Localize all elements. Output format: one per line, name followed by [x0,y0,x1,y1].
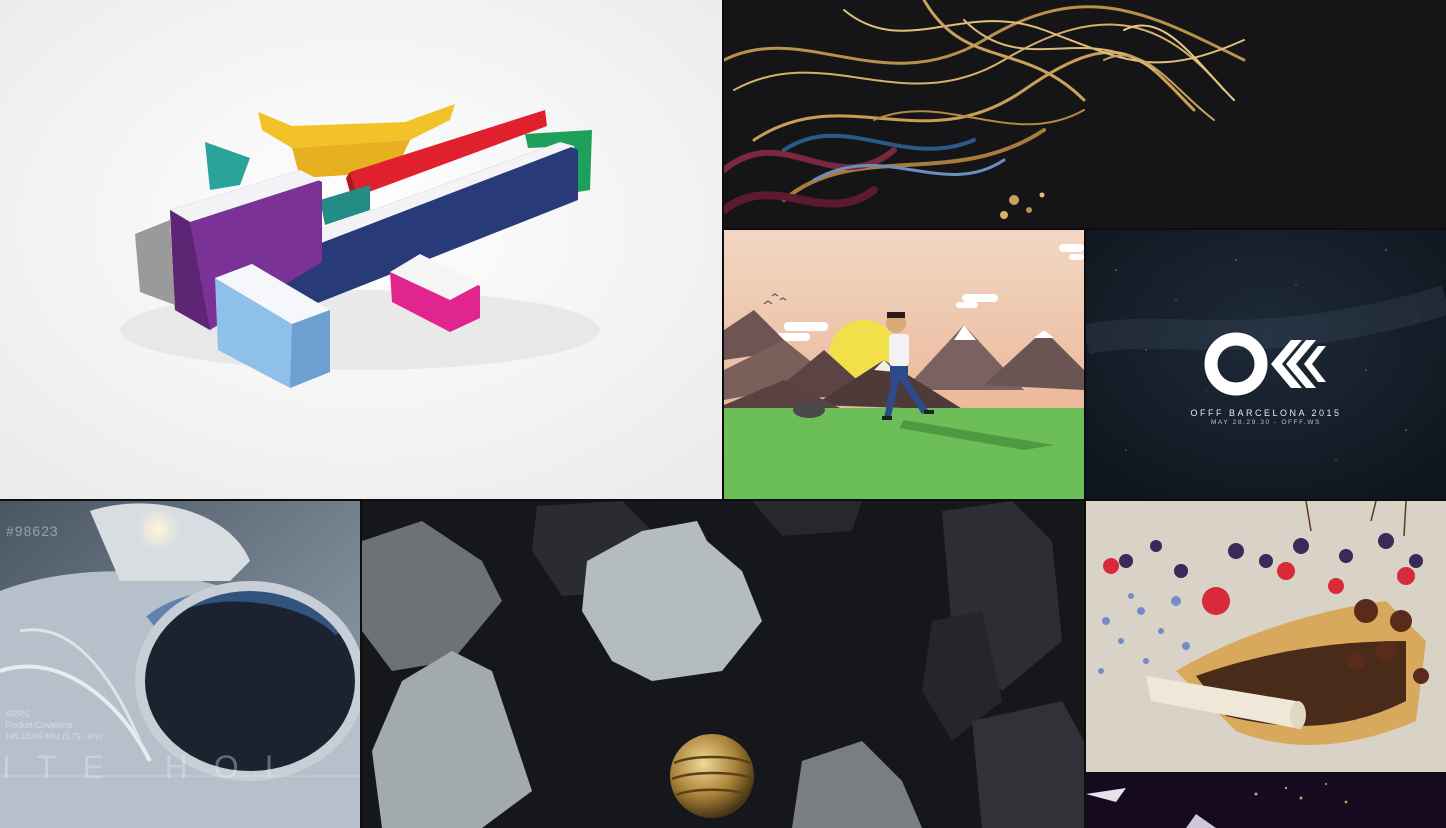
offf-title: OFFF BARCELONA 2015 [1190,408,1342,418]
gallery-tile-floating-rocks[interactable] [362,501,1084,828]
gallery-tile-astronaut[interactable]: #98623 ARRS Pocket Coverline 145.18200 M… [0,501,360,828]
gallery-tile-dark-particles[interactable] [1086,774,1446,828]
astronaut-hud-line3: 145.18200 Mhz (1.75 - Kru) [5,732,103,741]
gallery-tile-mountain-walker[interactable] [724,230,1084,499]
gallery-tile-offf-barcelona[interactable]: OFFF BARCELONA 2015 MAY 28.29.30 - OFFF.… [1086,230,1446,499]
astronaut-hud-title: ITE HOI [2,749,300,785]
dark-particles-image [1086,774,1446,828]
offf-dates: MAY 28.29.30 - OFFF.WS [1210,419,1322,426]
gallery-tile-dessert-berries[interactable] [1086,501,1446,772]
floating-rocks-image [362,501,1084,828]
channel4-ident-image [0,0,722,499]
mountain-walker-image [724,230,1084,499]
dessert-berries-image [1086,501,1446,772]
golden-fibers-image [724,0,1446,228]
offf-logo [1204,332,1326,396]
astronaut-hud-line1: ARRS [5,709,31,719]
astronaut-hud-number: #98623 [6,523,59,539]
gallery-tile-channel4-ident[interactable] [0,0,722,499]
astronaut-hud-line2: Pocket Coverline [5,720,74,730]
gallery-tile-golden-fibers[interactable] [724,0,1446,228]
